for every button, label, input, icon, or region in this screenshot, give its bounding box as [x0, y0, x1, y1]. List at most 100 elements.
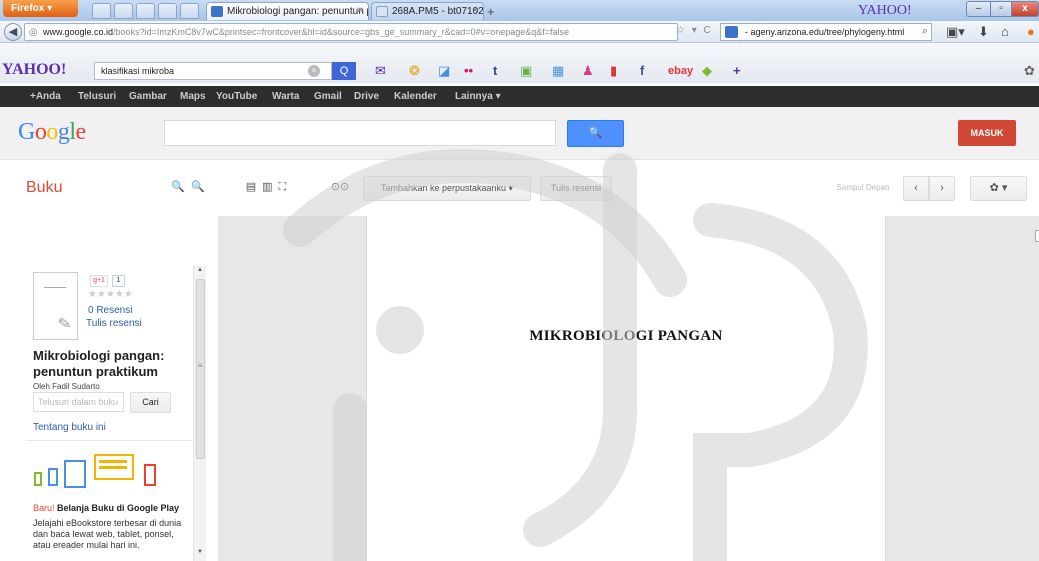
leaf-icon[interactable]: ◆: [702, 63, 712, 79]
browser-tab-pdf[interactable]: 268A.PM5 - bt071027.pdf ×: [371, 2, 484, 20]
scroll-up-arrow-icon[interactable]: ▲: [197, 267, 203, 273]
facebook-icon[interactable]: f: [640, 63, 644, 78]
google-logo[interactable]: Google: [18, 119, 86, 146]
yahoo-toolbar: YAHOO! klasifikasi mikroba × Q ✉ ❂ ◪ •• …: [0, 43, 1039, 83]
google-search-button[interactable]: 🔍: [567, 120, 624, 147]
gbar-item-gmail[interactable]: Gmail: [314, 91, 342, 102]
pinned-tab[interactable]: [158, 3, 177, 19]
addon-icon[interactable]: ●: [1027, 24, 1035, 39]
sign-in-button[interactable]: MASUK: [958, 120, 1016, 146]
home-icon[interactable]: ⌂: [1001, 24, 1009, 39]
gbar-item-youtube[interactable]: YouTube: [216, 91, 257, 102]
mail-icon[interactable]: ✉: [375, 63, 386, 79]
gbar-item-search[interactable]: Telusuri: [78, 91, 116, 102]
zoom-out-icon[interactable]: 🔍: [171, 181, 185, 193]
browser-search-field[interactable]: - ageny.arizona.edu/tree/phylogeny.html …: [720, 23, 932, 41]
reviews-link[interactable]: 0 Resensi: [88, 305, 132, 316]
pinned-tab[interactable]: [136, 3, 155, 19]
fullscreen-icon[interactable]: ⛶: [279, 181, 293, 193]
two-page-icon[interactable]: ▥: [262, 181, 278, 193]
book-reader-viewport[interactable]: MIKROBIOLOGI PANGAN: [218, 216, 1039, 561]
sidebar-scrollbar[interactable]: ▲ ≡ ▼: [193, 265, 206, 561]
front-cover-button[interactable]: Sampul Depan: [827, 176, 899, 201]
gbar-item-plus[interactable]: +Anda: [30, 91, 61, 102]
google-books-favicon-icon: [211, 6, 223, 17]
tablet-icon: [64, 460, 86, 488]
url-path: /books?id=ImzKmC8v7wC&printsec=frontcove…: [113, 27, 570, 37]
gbar-item-more[interactable]: Lainnya ▾: [455, 91, 501, 102]
games-icon[interactable]: ♟: [582, 63, 594, 79]
yahoo-search-input[interactable]: klasifikasi mikroba: [94, 62, 332, 80]
book-info-sidebar: ✎ g+1 1 ★★★★★ 0 Resensi Tulis resensi Mi…: [0, 216, 206, 561]
url-bar[interactable]: ◎ www.google.co.id/books?id=ImzKmC8v7wC&…: [24, 23, 678, 41]
finance-icon[interactable]: ▦: [552, 63, 564, 79]
tumblr-icon[interactable]: t: [493, 63, 497, 78]
play-promo-link[interactable]: Belanja Buku di Google Play: [57, 503, 179, 513]
settings-button[interactable]: ✿ ▾: [970, 176, 1027, 201]
ebay-icon[interactable]: ebay: [668, 65, 693, 77]
browser-title-bar: Firefox ▾ Mikrobiologi pangan: penuntun …: [0, 0, 1039, 21]
previous-page-button[interactable]: ‹: [903, 176, 929, 201]
devices-illustration: [34, 454, 184, 496]
add-icon[interactable]: +: [733, 63, 741, 78]
gbar-item-images[interactable]: Gambar: [129, 91, 167, 102]
write-review-link[interactable]: Tulis resensi: [86, 318, 142, 329]
pinned-tab[interactable]: [180, 3, 199, 19]
search-icon[interactable]: ⌕: [922, 25, 928, 38]
downloads-icon[interactable]: ⬇: [978, 24, 989, 40]
clear-icon[interactable]: ×: [308, 65, 320, 77]
close-window-button[interactable]: x: [1011, 1, 1039, 17]
photo-icon[interactable]: ◪: [438, 63, 450, 79]
news-icon[interactable]: ▣: [520, 63, 532, 79]
zoom-in-icon[interactable]: 🔍: [191, 181, 205, 193]
globe-icon: ◎: [29, 27, 38, 38]
play-promo-title[interactable]: Baru! Belanja Buku di Google Play: [33, 503, 179, 513]
search-field-text: - ageny.arizona.edu/tree/phylogeny.html: [745, 27, 905, 37]
add-to-library-button[interactable]: Tambahkan ke perpustakaanku ▾: [363, 176, 531, 201]
back-button[interactable]: ◀: [4, 23, 22, 41]
firefox-menu-button[interactable]: Firefox ▾: [3, 0, 78, 17]
pinned-tab[interactable]: [92, 3, 111, 19]
url-host: www.google.co.id: [43, 27, 114, 37]
bookmarks-menu-icon[interactable]: ▣▾: [946, 24, 965, 40]
link-icon[interactable]: ⊙⊙: [324, 176, 356, 201]
browser-tab-active[interactable]: Mikrobiologi pangan: penuntun prak... ×: [206, 2, 369, 20]
books-toolbar: Buku 🔍 🔍 ▤▥⛶ ⊙⊙ Tambahkan ke perpustakaan…: [0, 161, 1039, 215]
single-page-icon[interactable]: ▤: [246, 181, 262, 193]
new-tab-button[interactable]: +: [487, 4, 495, 19]
maximize-button[interactable]: ▫: [990, 1, 1012, 17]
search-engine-icon[interactable]: [725, 26, 738, 38]
tab-close-icon[interactable]: ×: [472, 5, 478, 16]
page-heading: MIKROBIOLOGI PANGAN: [529, 328, 723, 344]
next-page-button[interactable]: ›: [929, 176, 955, 201]
tab-close-icon[interactable]: ×: [357, 5, 363, 16]
book-title: Mikrobiologi pangan: penuntun praktikum: [33, 348, 165, 379]
google-plus-one-button[interactable]: g+1: [90, 275, 108, 287]
bookmark-icon[interactable]: ▮: [610, 63, 617, 79]
gbar-item-maps[interactable]: Maps: [180, 91, 206, 102]
minimize-button[interactable]: –: [966, 1, 991, 17]
search-in-book-input[interactable]: Telusuri dalam buku: [33, 392, 124, 412]
yahoo-logo[interactable]: YAHOO!: [2, 61, 66, 79]
weather-icon[interactable]: ❂: [409, 63, 420, 79]
gear-icon[interactable]: ✿: [1024, 63, 1035, 79]
zoom-controls: 🔍 🔍: [165, 176, 211, 201]
books-section-label[interactable]: Buku: [26, 179, 62, 197]
phone-icon: [34, 472, 42, 486]
about-book-link[interactable]: Tentang buku ini: [33, 422, 106, 433]
flickr-icon[interactable]: ••: [464, 63, 473, 78]
search-in-book-button[interactable]: Cari: [130, 392, 171, 413]
phone-icon: [144, 464, 156, 486]
pinned-tab[interactable]: [114, 3, 133, 19]
phone-icon: [48, 468, 58, 486]
scroll-down-arrow-icon[interactable]: ▼: [197, 549, 203, 555]
gbar-item-calendar[interactable]: Kalender: [394, 91, 437, 102]
google-search-input[interactable]: [164, 120, 556, 146]
write-review-button[interactable]: Tulis resensi: [540, 176, 612, 201]
bookmark-star-icon[interactable]: ☆ ▾ C: [676, 25, 713, 36]
gbar-item-news[interactable]: Warta: [272, 91, 299, 102]
reader-side-tab[interactable]: [1035, 230, 1039, 242]
rating-stars: ★★★★★: [88, 289, 133, 300]
gbar-item-drive[interactable]: Drive: [354, 91, 379, 102]
yahoo-search-button[interactable]: Q: [332, 62, 356, 80]
